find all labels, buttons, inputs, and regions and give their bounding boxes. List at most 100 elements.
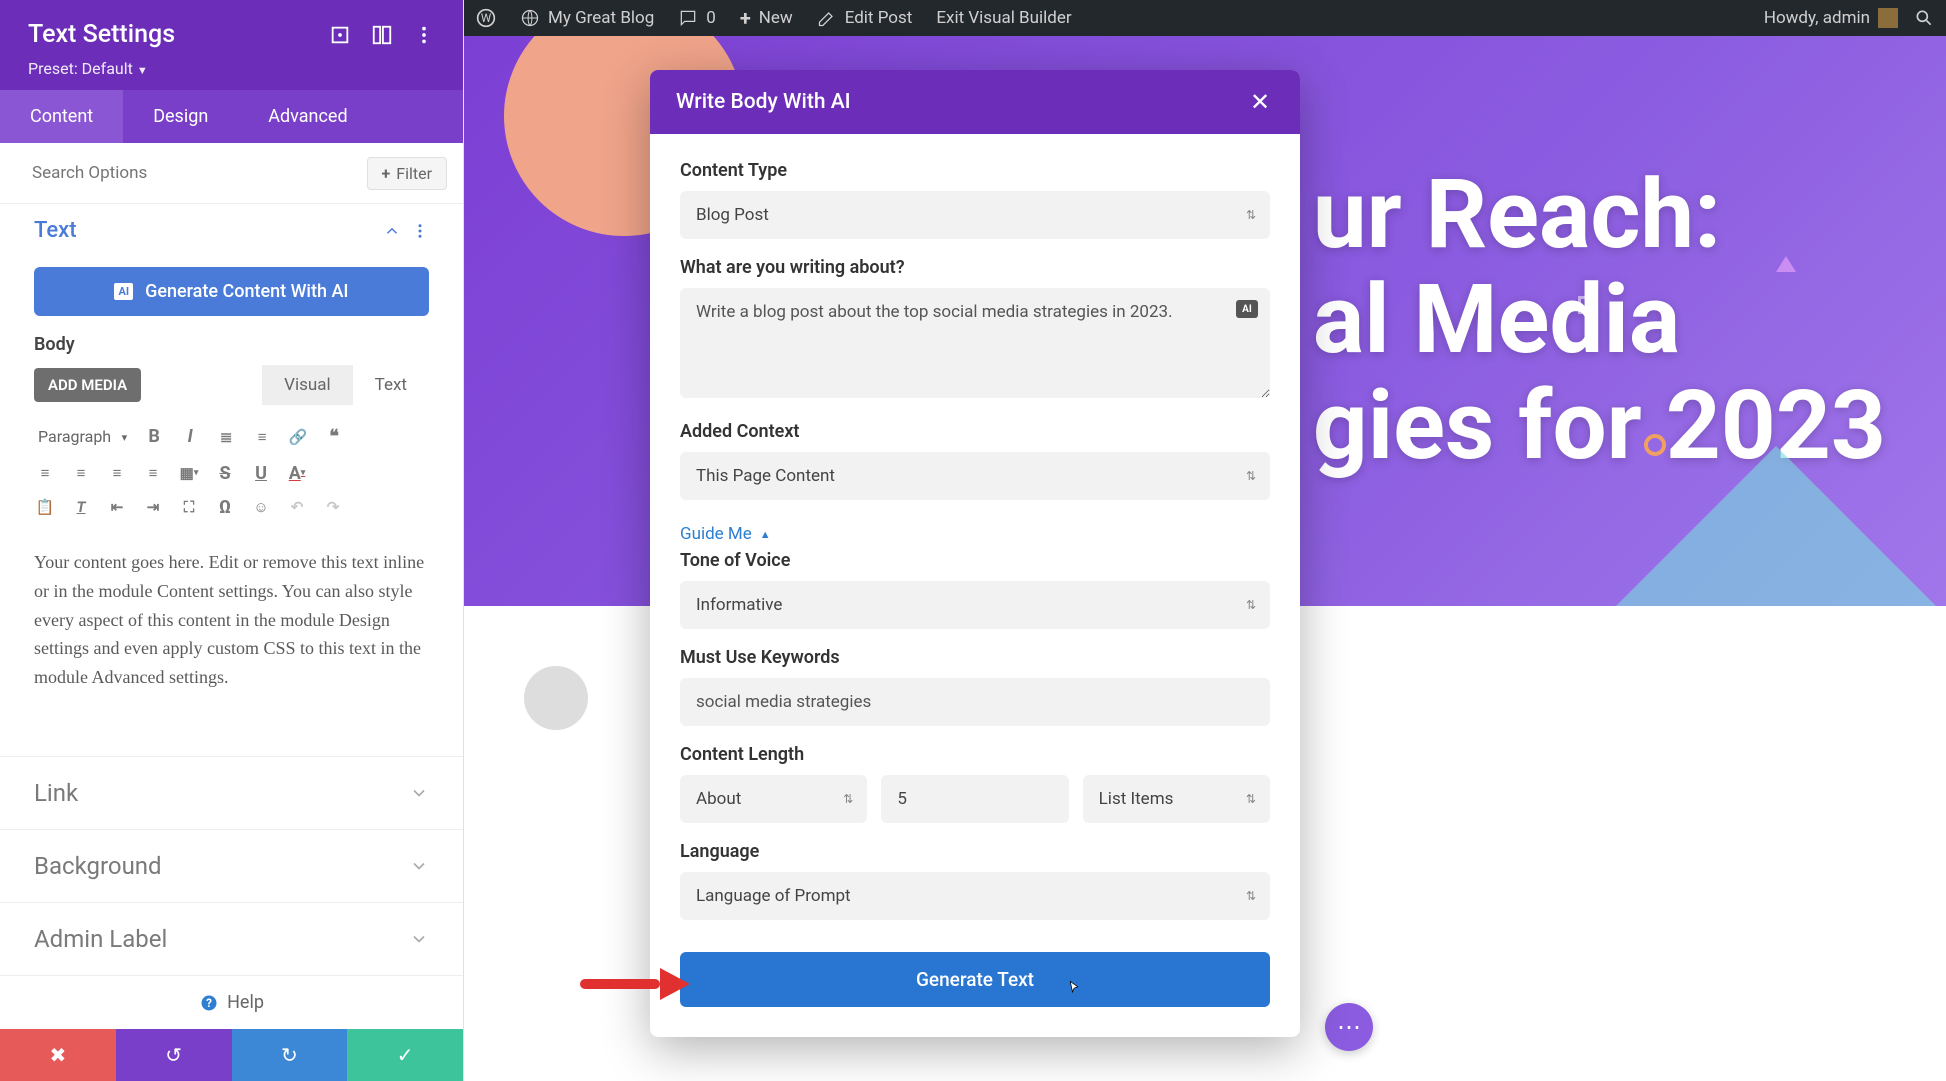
- link-icon[interactable]: 🔗: [287, 426, 309, 448]
- quote-icon[interactable]: ❝: [323, 426, 345, 448]
- paste-icon[interactable]: 📋: [34, 496, 56, 518]
- search-icon[interactable]: [1914, 8, 1934, 28]
- redo-icon[interactable]: ↷: [322, 496, 344, 518]
- underline-icon[interactable]: U: [250, 462, 272, 484]
- writing-about-label: What are you writing about?: [680, 257, 1270, 278]
- bold-icon[interactable]: B: [143, 426, 165, 448]
- comments-link[interactable]: 0: [678, 8, 716, 28]
- cursor-icon: [1065, 980, 1083, 998]
- edit-post-link[interactable]: Edit Post: [817, 8, 913, 28]
- number-list-icon[interactable]: ≡: [251, 426, 273, 448]
- exit-builder-link[interactable]: Exit Visual Builder: [936, 8, 1071, 28]
- sidebar-footer: ✖ ↺ ↻ ✓: [0, 1029, 463, 1081]
- paragraph-select[interactable]: Paragraph: [34, 423, 129, 450]
- undo-button[interactable]: ↺: [116, 1029, 232, 1081]
- help-link[interactable]: ? Help: [0, 975, 463, 1029]
- triangle-decoration: [1776, 256, 1796, 272]
- redo-button[interactable]: ↻: [232, 1029, 348, 1081]
- modal-header: Write Body With AI ✕: [650, 70, 1300, 134]
- editor-toolbar: ADD MEDIA Visual Text Paragraph B I ≣ ≡ …: [0, 365, 463, 524]
- filter-button[interactable]: +Filter: [367, 157, 447, 190]
- keywords-input[interactable]: social media strategies: [680, 678, 1270, 726]
- kebab-icon[interactable]: [413, 24, 435, 46]
- editor-body-content[interactable]: Your content goes here. Edit or remove t…: [34, 534, 429, 706]
- tab-design[interactable]: Design: [123, 90, 238, 143]
- annotation-arrow: [580, 972, 700, 996]
- emoji-icon[interactable]: ☺: [250, 496, 272, 518]
- square-decoration: [1578, 296, 1596, 314]
- wp-admin-bar: W My Great Blog 0 +New Edit Post Exit Vi…: [464, 0, 1946, 36]
- svg-text:?: ?: [206, 996, 212, 1010]
- language-select[interactable]: Language of Prompt: [680, 872, 1270, 920]
- author-avatar: [524, 666, 588, 730]
- content-length-label: Content Length: [680, 744, 1270, 765]
- align-right-icon[interactable]: ≡: [106, 462, 128, 484]
- help-icon: ?: [199, 993, 219, 1013]
- modal-close-button[interactable]: ✕: [1246, 88, 1274, 116]
- search-options-input[interactable]: [16, 153, 367, 193]
- added-context-label: Added Context: [680, 421, 1270, 442]
- tab-advanced[interactable]: Advanced: [238, 90, 377, 143]
- generate-content-ai-button[interactable]: AI Generate Content With AI: [34, 267, 429, 316]
- editor-text-tab[interactable]: Text: [353, 365, 429, 405]
- generate-text-button[interactable]: Generate Text: [680, 952, 1270, 1007]
- accordion-background[interactable]: Background: [0, 829, 463, 902]
- save-button[interactable]: ✓: [347, 1029, 463, 1081]
- kebab-icon[interactable]: [411, 222, 429, 240]
- svg-text:W: W: [481, 11, 492, 25]
- content-type-select[interactable]: Blog Post: [680, 191, 1270, 239]
- hero-title: ur Reach: al Media gies for 2023: [1313, 163, 1886, 480]
- length-unit-select[interactable]: List Items: [1083, 775, 1270, 823]
- ai-enhance-icon[interactable]: AI: [1236, 300, 1258, 318]
- layout-icon[interactable]: [371, 24, 393, 46]
- wp-logo[interactable]: W: [476, 8, 496, 28]
- preset-selector[interactable]: Preset: Default ▼: [28, 59, 435, 78]
- length-mode-select[interactable]: About: [680, 775, 867, 823]
- indent-icon[interactable]: ⇥: [142, 496, 164, 518]
- outdent-icon[interactable]: ⇤: [106, 496, 128, 518]
- sidebar-title: Text Settings: [28, 20, 175, 49]
- guide-me-toggle[interactable]: Guide Me▲: [680, 524, 1270, 544]
- keywords-label: Must Use Keywords: [680, 647, 1270, 668]
- undo-icon[interactable]: ↶: [286, 496, 308, 518]
- text-color-icon[interactable]: A▾: [286, 462, 308, 484]
- add-media-button[interactable]: ADD MEDIA: [34, 368, 141, 402]
- accordion-admin-label[interactable]: Admin Label: [0, 902, 463, 975]
- cancel-button[interactable]: ✖: [0, 1029, 116, 1081]
- align-center-icon[interactable]: ≡: [70, 462, 92, 484]
- language-label: Language: [680, 841, 1270, 862]
- align-justify-icon[interactable]: ≡: [142, 462, 164, 484]
- new-link[interactable]: +New: [740, 6, 793, 30]
- body-field-label: Body: [0, 334, 463, 355]
- section-text-toggle[interactable]: Text: [34, 218, 429, 243]
- bullet-list-icon[interactable]: ≣: [215, 426, 237, 448]
- omega-icon[interactable]: Ω: [214, 496, 236, 518]
- fullscreen-icon[interactable]: ⛶: [178, 496, 200, 518]
- italic-icon[interactable]: I: [179, 426, 201, 448]
- focus-icon[interactable]: [329, 24, 351, 46]
- chevron-up-icon: [383, 222, 401, 240]
- ai-icon: AI: [114, 283, 133, 300]
- align-left-icon[interactable]: ≡: [34, 462, 56, 484]
- accordion-link[interactable]: Link: [0, 756, 463, 829]
- ai-modal: Write Body With AI ✕ Content Type Blog P…: [650, 70, 1300, 1037]
- howdy-user[interactable]: Howdy, admin: [1764, 8, 1898, 28]
- ring-decoration: [1644, 434, 1666, 456]
- settings-sidebar: Text Settings Preset: Default ▼ Content …: [0, 0, 464, 1081]
- tone-label: Tone of Voice: [680, 550, 1270, 571]
- hero-triangle-decoration: [1556, 446, 1946, 606]
- added-context-select[interactable]: This Page Content: [680, 452, 1270, 500]
- site-name-link[interactable]: My Great Blog: [520, 8, 654, 28]
- strike-icon[interactable]: S: [214, 462, 236, 484]
- tone-select[interactable]: Informative: [680, 581, 1270, 629]
- tab-content[interactable]: Content: [0, 90, 123, 143]
- clear-format-icon[interactable]: T: [70, 496, 92, 518]
- modal-title: Write Body With AI: [676, 90, 851, 114]
- content-type-label: Content Type: [680, 160, 1270, 181]
- table-icon[interactable]: ▦▾: [178, 462, 200, 484]
- fab-more-button[interactable]: ⋯: [1325, 1003, 1373, 1051]
- length-count-input[interactable]: [881, 775, 1068, 823]
- prompt-textarea[interactable]: [680, 288, 1270, 398]
- avatar-icon: [1878, 8, 1898, 28]
- editor-visual-tab[interactable]: Visual: [262, 365, 352, 405]
